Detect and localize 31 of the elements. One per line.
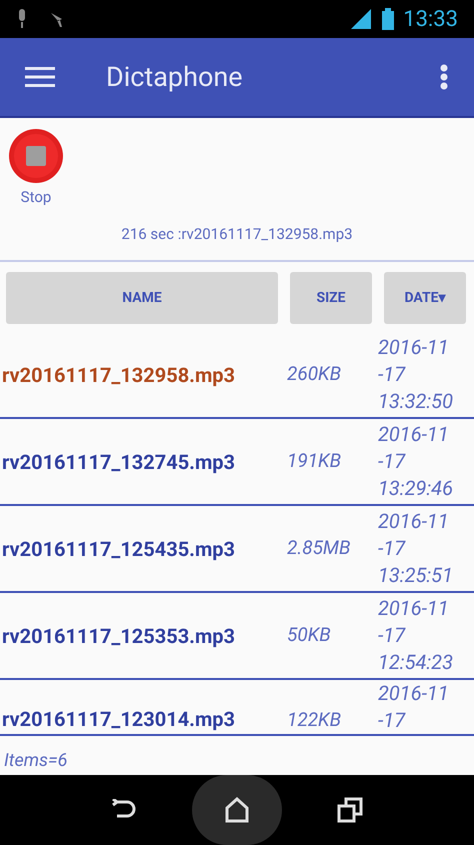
file-size: 122KB	[286, 706, 342, 732]
item-count: Items=6	[4, 748, 68, 772]
stop-icon	[8, 128, 64, 184]
file-name: rv20161117_125353.mp3	[1, 622, 236, 650]
signal-icon	[349, 8, 374, 30]
file-name: rv20161117_132958.mp3	[1, 362, 236, 388]
file-name: rv20161117_125435.mp3	[1, 536, 236, 562]
file-date: 2016-11 -17 13:29:46	[378, 421, 454, 502]
file-size: 50KB	[286, 622, 332, 648]
file-date: 2016-11 -17 13:32:50	[378, 334, 454, 415]
home-icon	[225, 797, 249, 823]
menu-icon	[25, 66, 55, 88]
file-name: rv20161117_123014.mp3	[1, 706, 236, 733]
file-date: 2016-11 -17 13:25:51	[378, 508, 454, 589]
column-header[interactable]: NAME	[6, 272, 278, 324]
more-vertical-icon	[440, 64, 448, 90]
recording-status: 216 sec :rv20161117_132958.mp3	[121, 224, 353, 245]
file-date: 2016-11 -17	[378, 680, 450, 734]
file-size: 191KB	[286, 448, 342, 474]
column-header[interactable]: SIZE	[290, 272, 372, 324]
file-date: 2016-11 -17 12:54:23	[378, 595, 454, 676]
microphone-icon	[16, 8, 28, 30]
stop-button[interactable]: Stop	[8, 128, 64, 208]
file-name: rv20161117_132745.mp3	[1, 448, 236, 476]
clock: 13:33	[403, 6, 458, 34]
file-size: 260KB	[286, 361, 342, 388]
recent-apps-icon	[337, 797, 363, 823]
column-header[interactable]: DATE▾	[384, 272, 466, 324]
battery-icon	[381, 8, 396, 30]
file-size: 2.85MB	[286, 535, 352, 562]
app-title: Dictaphone	[106, 60, 244, 95]
